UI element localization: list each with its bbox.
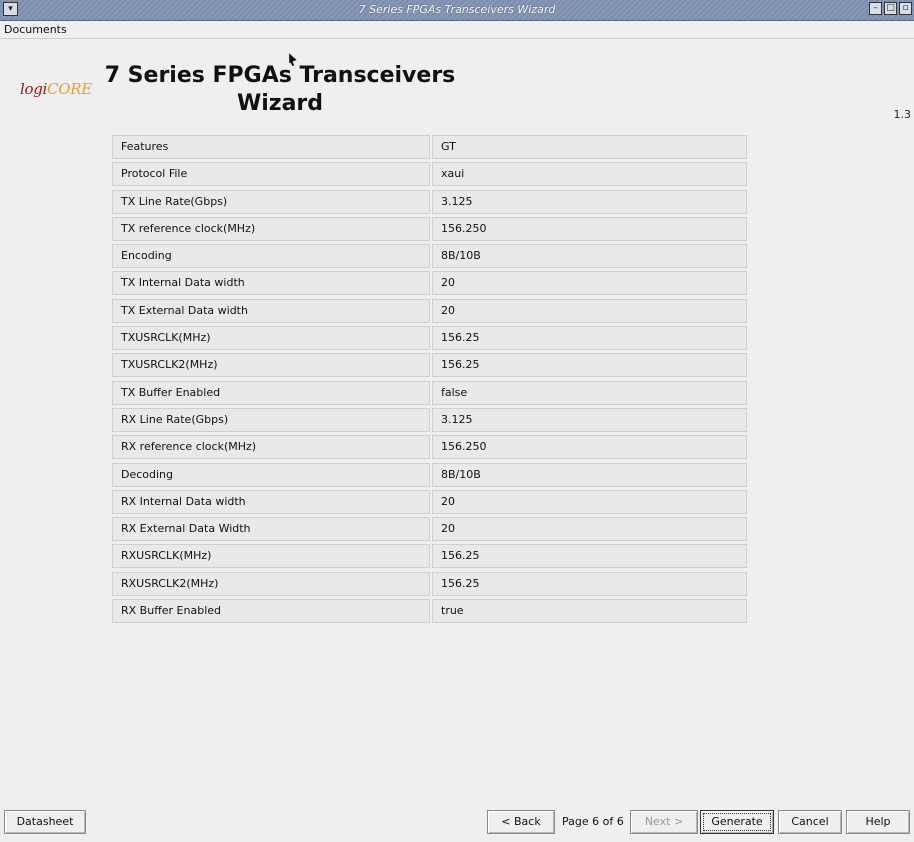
logicore-logo: logiCORE: [20, 80, 92, 98]
table-row: TX Line Rate(Gbps) 3.125: [112, 189, 747, 214]
back-button[interactable]: < Back: [487, 810, 555, 834]
row-value: 156.25: [432, 544, 747, 569]
row-label: TX Internal Data width: [112, 271, 430, 296]
row-value: 156.25: [432, 326, 747, 351]
next-button[interactable]: Next >: [630, 810, 698, 834]
row-value: 156.250: [432, 216, 747, 241]
datasheet-button[interactable]: Datasheet: [4, 810, 86, 834]
table-row: Protocol File xaui: [112, 162, 747, 187]
row-label: RX Buffer Enabled: [112, 599, 430, 624]
row-value: 20: [432, 298, 747, 323]
table-row: TX External Data width 20: [112, 298, 747, 323]
help-button[interactable]: Help: [846, 810, 910, 834]
table-row: TX Internal Data width 20: [112, 271, 747, 296]
row-value: 156.25: [432, 353, 747, 378]
table-row: RXUSRCLK(MHz) 156.25: [112, 544, 747, 569]
table-row: RX reference clock(MHz) 156.250: [112, 435, 747, 460]
table-row: TXUSRCLK2(MHz) 156.25: [112, 353, 747, 378]
menu-documents[interactable]: Documents: [4, 23, 67, 36]
table-row: Decoding 8B/10B: [112, 462, 747, 487]
version-label: 1.3: [893, 108, 912, 121]
table-row: TXUSRCLK(MHz) 156.25: [112, 326, 747, 351]
page-title: 7 Series FPGAs Transceivers Wizard: [104, 63, 456, 116]
table-row: RX Internal Data width 20: [112, 489, 747, 514]
window-title: 7 Series FPGAs Transceivers Wizard: [358, 3, 556, 16]
window-title-bar[interactable]: ▾ 7 Series FPGAs Transceivers Wizard – □…: [0, 0, 914, 21]
window-controls: – □ ▫: [869, 2, 912, 15]
table-row: RXUSRCLK2(MHz) 156.25: [112, 571, 747, 596]
row-label: Encoding: [112, 244, 430, 269]
row-label: TX reference clock(MHz): [112, 216, 430, 241]
table-row: TX Buffer Enabled false: [112, 380, 747, 405]
row-label: Decoding: [112, 462, 430, 487]
table-row: RX Buffer Enabled true: [112, 599, 747, 624]
table-row: TX reference clock(MHz) 156.250: [112, 216, 747, 241]
row-value: 3.125: [432, 189, 747, 214]
row-label: TX Line Rate(Gbps): [112, 189, 430, 214]
row-value: GT: [432, 135, 747, 159]
row-value: xaui: [432, 162, 747, 187]
row-label: Features: [112, 135, 430, 159]
row-value: 8B/10B: [432, 244, 747, 269]
table-row: Features GT: [112, 135, 747, 159]
row-value: 156.25: [432, 571, 747, 596]
row-label: TXUSRCLK(MHz): [112, 326, 430, 351]
row-value: 20: [432, 271, 747, 296]
row-label: RX reference clock(MHz): [112, 435, 430, 460]
page-indicator: Page 6 of 6: [562, 815, 624, 828]
row-value: 3.125: [432, 407, 747, 432]
cancel-button[interactable]: Cancel: [778, 810, 842, 834]
row-label: TX Buffer Enabled: [112, 380, 430, 405]
close-icon[interactable]: ▫: [899, 2, 912, 15]
minimize-icon[interactable]: –: [869, 2, 882, 15]
menu-bar: Documents: [0, 21, 914, 39]
row-value: true: [432, 599, 747, 624]
row-label: RXUSRCLK2(MHz): [112, 571, 430, 596]
row-label: TXUSRCLK2(MHz): [112, 353, 430, 378]
row-value: 156.250: [432, 435, 747, 460]
row-label: Protocol File: [112, 162, 430, 187]
row-value: 20: [432, 517, 747, 542]
row-value: 8B/10B: [432, 462, 747, 487]
row-label: RX Internal Data width: [112, 489, 430, 514]
row-label: TX External Data width: [112, 298, 430, 323]
row-label: RXUSRCLK(MHz): [112, 544, 430, 569]
summary-table: Features GT Protocol File xaui TX Line Rat…: [112, 135, 747, 626]
generate-button[interactable]: Generate: [700, 810, 774, 834]
table-row: RX Line Rate(Gbps) 3.125: [112, 407, 747, 432]
row-value: false: [432, 380, 747, 405]
table-row: Encoding 8B/10B: [112, 244, 747, 269]
row-value: 20: [432, 489, 747, 514]
row-label: RX Line Rate(Gbps): [112, 407, 430, 432]
maximize-icon[interactable]: □: [884, 2, 897, 15]
table-row: RX External Data Width 20: [112, 517, 747, 542]
row-label: RX External Data Width: [112, 517, 430, 542]
